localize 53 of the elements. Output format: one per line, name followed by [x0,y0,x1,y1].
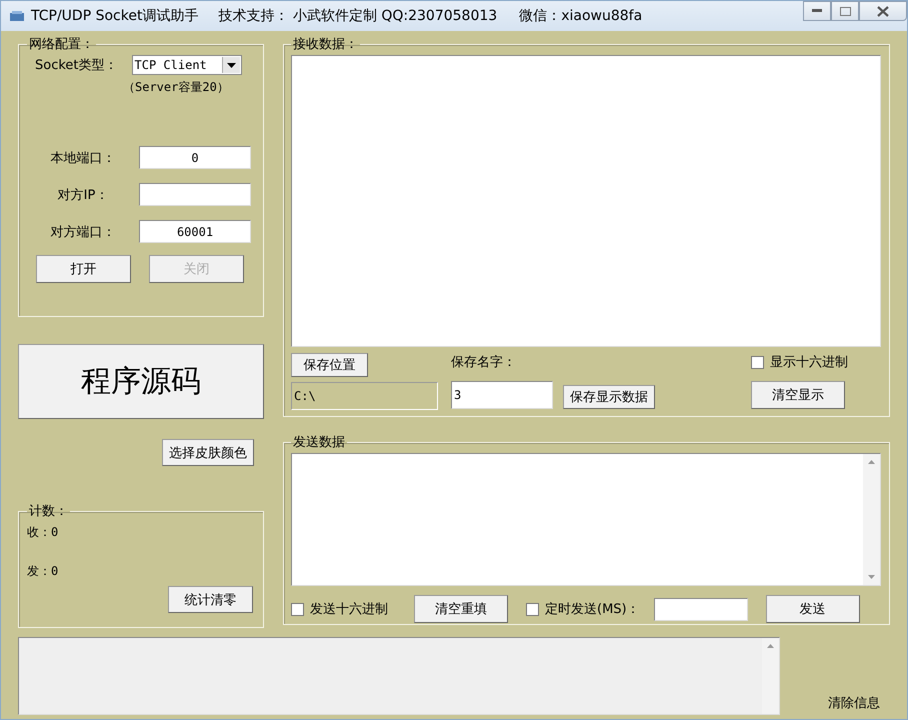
minimize-icon [812,9,822,13]
scrollbar[interactable] [863,454,880,585]
scrollbar[interactable] [762,638,779,714]
save-location-button[interactable]: 保存位置 [291,353,368,377]
field-label: 本地端口： [50,150,116,166]
window-title: TCP/UDP Socket调试助手 [31,7,198,25]
action-button[interactable]: 打开 [36,255,131,283]
clear-display-button[interactable]: 清空显示 [751,381,845,409]
checkbox[interactable] [526,602,539,616]
checkbox[interactable] [291,602,304,616]
interval-field[interactable] [654,598,748,620]
save-display-button[interactable]: 保存显示数据 [563,385,655,409]
save-name-field[interactable]: 3 [451,381,553,409]
close-icon [877,6,889,16]
field-label: 对方IP： [56,186,110,204]
clear-refill-button[interactable]: 清空重填 [414,595,508,623]
input-field[interactable]: 0 [139,146,251,169]
socket-type-dropdown[interactable]: TCP Client [132,55,242,75]
group-title: 网络配置： [28,36,95,53]
capacity-note: （Server容量20） [123,79,230,96]
checkbox-label: 发送十六进制 [310,601,388,618]
app-icon [9,10,25,22]
clear-info-button[interactable]: 清除信息 [828,691,880,715]
info-text-field[interactable] [18,637,780,715]
scroll-down-icon [868,575,875,579]
minimize-button[interactable] [803,1,831,21]
source-code-button[interactable]: 程序源码 [18,344,264,419]
field-label: 对方端口： [50,224,116,240]
save-name-label: 保存名字： [451,354,517,371]
group-title: 发送数据 [292,434,346,451]
scroll-up-icon [767,644,774,648]
checkbox-label: 定时发送(MS)： [545,601,640,618]
socket-type-label: Socket类型： [35,57,118,74]
wechat-text: 微信：xiaowu88fa [519,7,642,25]
send-button[interactable]: 发送 [766,595,860,623]
support-text: 技术支持： 小武软件定制 QQ:2307058013 [218,7,498,25]
input-field[interactable] [139,183,251,206]
maximize-icon [840,6,850,16]
send-text-field[interactable] [291,453,881,586]
maximize-button[interactable] [831,1,859,21]
group-title: 计数： [28,503,69,520]
input-field[interactable]: 60001 [139,220,251,243]
checkbox-label: 显示十六进制 [770,354,848,371]
scroll-up-icon [868,460,875,464]
close-button[interactable] [859,1,907,21]
count-text: 收：0 [27,524,60,541]
save-path-field[interactable]: C:\ [291,382,438,410]
checkbox[interactable] [751,356,764,368]
skin-color-button[interactable]: 选择皮肤颜色 [162,439,254,466]
reset-count-button[interactable]: 统计清零 [168,586,253,613]
group-title: 接收数据： [292,36,359,53]
dropdown-arrow-icon [226,62,236,68]
count-text: 发：0 [27,563,60,580]
